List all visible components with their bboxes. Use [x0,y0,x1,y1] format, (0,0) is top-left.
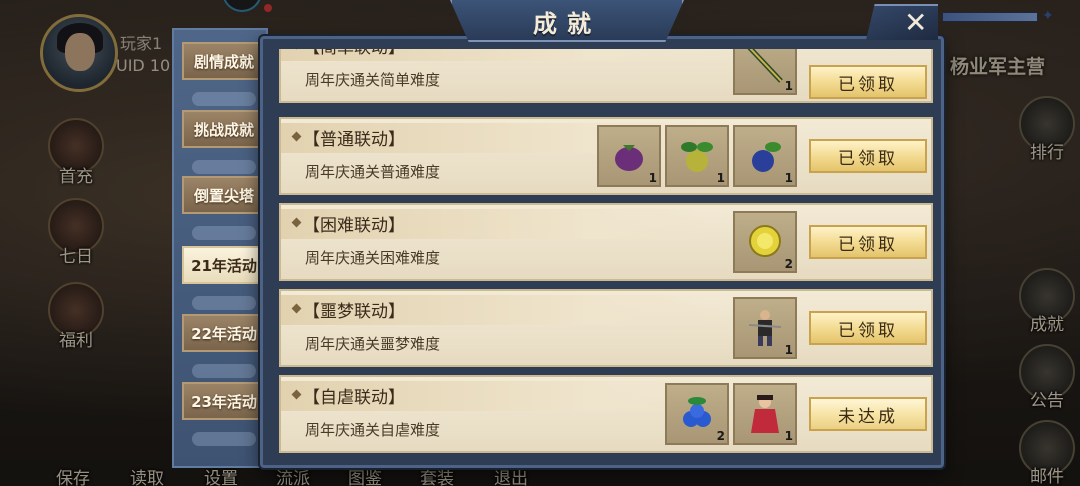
reward-count: 1 [784,79,793,93]
achievement-desc: 周年庆通关自虐难度 [305,421,441,439]
reward-count: 1 [784,171,793,185]
achievement-list[interactable]: 【简单联动】 周年庆通关简单难度 1 已领取 【普通联动】 周年庆通关普通难度 [275,49,937,469]
reward-slot[interactable]: 1 [597,125,661,187]
purple-fruit-icon [615,145,643,171]
tab-story-achievements[interactable]: 剧情成就 [182,42,266,80]
achievement-row: 【简单联动】 周年庆通关简单难度 1 已领取 [279,49,933,103]
achievement-title: 【简单联动】 [303,49,405,58]
claimed-button[interactable]: 已领取 [809,139,927,173]
blue-fruit-icon [752,142,781,172]
claimed-button[interactable]: 已领取 [809,65,927,99]
close-button[interactable]: ✕ [866,4,938,40]
dialog-title: 成就 [533,9,601,38]
cloud-decoration [192,226,256,240]
green-fruit-icon [681,142,713,172]
reward-slot[interactable]: 2 [733,211,797,273]
spear-icon [747,49,783,83]
achievement-desc: 周年庆通关普通难度 [305,163,441,181]
achievement-desc: 周年庆通关简单难度 [305,71,441,89]
reward-slot[interactable]: 1 [665,125,729,187]
reward-slot[interactable]: 1 [733,297,797,359]
achievement-title: 【噩梦联动】 [303,302,405,322]
reward-count: 1 [784,343,793,357]
gold-coin-icon [749,225,781,257]
reward-count: 2 [716,429,725,443]
cloud-decoration [192,364,256,378]
tab-2021-event[interactable]: 21年活动 [182,246,266,284]
tab-2023-event[interactable]: 23年活动 [182,382,266,420]
claimed-button[interactable]: 已领取 [809,311,927,345]
reward-count: 1 [784,429,793,443]
achievement-row: 【噩梦联动】 周年庆通关噩梦难度 1 已领取 [279,289,933,367]
reward-count: 1 [648,171,657,185]
not-achieved-button[interactable]: 未达成 [809,397,927,431]
achievement-title: 【普通联动】 [303,130,405,150]
claimed-button[interactable]: 已领取 [809,225,927,259]
achievement-row: 【普通联动】 周年庆通关普通难度 1 1 1 已领取 [279,117,933,195]
reward-slot[interactable]: 1 [733,125,797,187]
reward-slot[interactable]: 1 [733,383,797,445]
reward-count: 1 [716,171,725,185]
tab-2022-event[interactable]: 22年活动 [182,314,266,352]
reward-count: 2 [784,257,793,271]
cloud-decoration [192,160,256,174]
cloud-decoration [192,296,256,310]
lady-character-icon [751,395,779,433]
achievement-title: 【自虐联动】 [303,388,405,408]
category-tabs: 剧情成就 挑战成就 倒置尖塔 21年活动 22年活动 23年活动 [172,28,268,468]
cloud-decoration [192,92,256,106]
achievement-row: 【自虐联动】 周年庆通关自虐难度 2 1 未达成 [279,375,933,453]
warrior-icon [748,310,782,346]
achievement-row: 【困难联动】 周年庆通关困难难度 2 已领取 [279,203,933,281]
reward-slot[interactable]: 1 [733,49,797,95]
close-icon: ✕ [904,6,928,39]
tab-challenge-achievements[interactable]: 挑战成就 [182,110,266,148]
achievement-desc: 周年庆通关困难难度 [305,249,441,267]
tab-inverted-tower[interactable]: 倒置尖塔 [182,176,266,214]
cloud-decoration [192,432,256,446]
achievement-title: 【困难联动】 [303,216,405,236]
achievement-dialog: 【简单联动】 周年庆通关简单难度 1 已领取 【普通联动】 周年庆通关普通难度 [260,36,944,468]
reward-slot[interactable]: 2 [665,383,729,445]
blue-berries-icon [683,397,711,427]
achievement-desc: 周年庆通关噩梦难度 [305,335,441,353]
